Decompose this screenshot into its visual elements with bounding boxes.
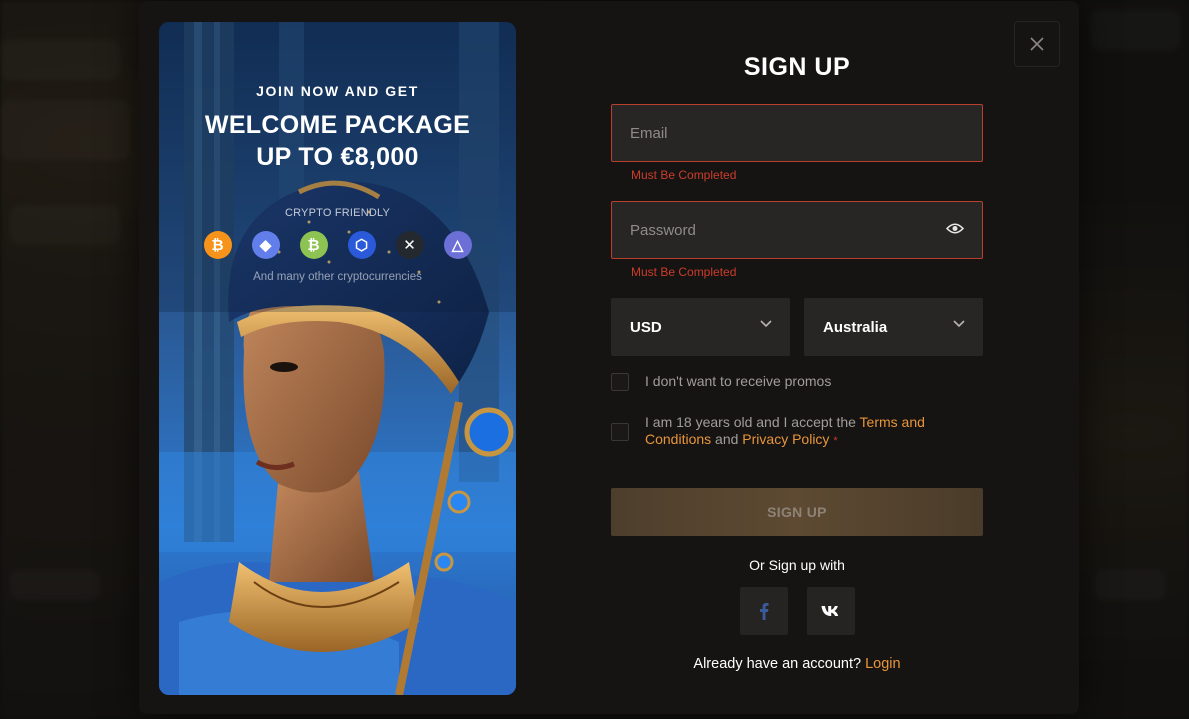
promo-opt-out-checkbox[interactable] [611,373,629,391]
tron-icon: △ [443,231,472,259]
ethereum-icon: ◆ [251,231,280,259]
email-input[interactable] [612,123,932,143]
terms-label: I am 18 years old and I accept the Terms… [645,414,983,450]
password-error: Must Be Completed [631,265,737,279]
bitcoin-icon: ₿ [203,231,232,259]
terms-prefix: I am 18 years old and I accept the [645,414,856,430]
privacy-policy-link[interactable]: Privacy Policy [742,431,829,447]
terms-checkbox[interactable] [611,423,629,441]
signup-button[interactable]: SIGN UP [611,488,983,536]
promo-opt-out-row: I don't want to receive promos [611,373,983,391]
terms-and: and [715,431,739,447]
terms-row: I am 18 years old and I accept the Terms… [611,414,983,450]
promo-headline-line2: UP TO €8,000 [256,143,419,171]
signup-form: SIGN UP Must Be Completed Must Be Comple… [611,1,983,672]
promo-panel: JOIN NOW AND GET WELCOME PACKAGE UP TO €… [159,22,516,695]
social-login-row [611,587,983,635]
login-prompt: Already have an account? Login [611,656,983,672]
signup-modal: JOIN NOW AND GET WELCOME PACKAGE UP TO €… [139,1,1079,714]
close-icon [1030,37,1044,51]
required-mark: * [833,435,838,447]
account-text: Already have an account? [693,656,862,672]
currency-select[interactable]: USD [611,298,790,356]
password-field[interactable] [611,201,983,259]
facebook-button[interactable] [739,587,788,635]
vk-button[interactable] [806,587,855,635]
promo-opt-out-label: I don't want to receive promos [645,373,832,389]
chevron-down-icon [760,320,772,328]
promo-headline-line1: WELCOME PACKAGE [204,111,471,139]
promo-join-text: JOIN NOW AND GET [256,83,419,99]
crypto-friendly-label: CRYPTO FRIENDLY [284,207,391,219]
currency-value: USD [630,318,662,336]
eye-icon[interactable] [946,222,964,235]
vk-icon [821,606,838,616]
crypto-icons-row: ₿ ◆ ₿ ⬡ ✕ △ [159,231,516,259]
or-signup-with-text: Or Sign up with [749,557,845,573]
select-row: USD Australia [611,298,983,356]
chevron-down-icon [953,320,965,328]
form-title: SIGN UP [743,53,851,81]
promo-headline: WELCOME PACKAGE UP TO €8,000 [159,109,516,173]
email-error: Must Be Completed [631,168,737,182]
country-value: Australia [823,318,888,336]
bitcoin-cash-icon: ₿ [299,231,328,259]
password-input[interactable] [612,220,932,240]
many-crypto-text: And many other cryptocurrencies [253,271,422,283]
xrp-icon: ✕ [395,231,424,259]
facebook-icon [759,603,768,620]
login-link[interactable]: Login [865,656,900,672]
email-field[interactable] [611,104,983,162]
close-button[interactable] [1014,21,1060,67]
country-select[interactable]: Australia [804,298,983,356]
chainlink-icon: ⬡ [347,231,376,259]
